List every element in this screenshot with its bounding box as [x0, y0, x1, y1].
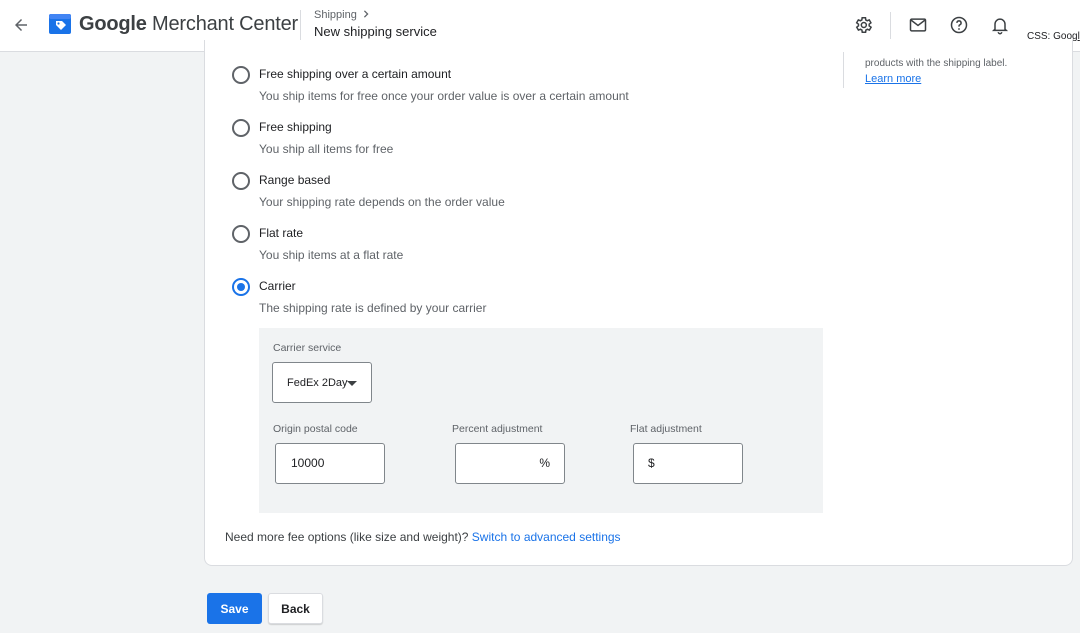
origin-postal-code-label: Origin postal code: [273, 423, 358, 435]
advanced-settings-note: Need more fee options (like size and wei…: [225, 530, 621, 544]
back-arrow-icon[interactable]: [10, 14, 32, 36]
header-divider: [300, 10, 301, 40]
radio-button[interactable]: [232, 225, 250, 243]
option-label[interactable]: Range based: [259, 172, 330, 188]
radio-button[interactable]: [232, 119, 250, 137]
breadcrumb-shipping[interactable]: Shipping: [314, 9, 357, 21]
side-help-text: products with the shipping label.: [865, 58, 1008, 69]
save-button[interactable]: Save: [207, 593, 262, 624]
header-icons-divider: [890, 12, 891, 39]
flat-adjustment-label: Flat adjustment: [630, 423, 702, 435]
brand-google: Google: [79, 13, 147, 35]
option-label[interactable]: Free shipping over a certain amount: [259, 66, 451, 82]
carrier-service-label: Carrier service: [273, 342, 342, 354]
side-help-note: products with the shipping label. Learn …: [843, 52, 1043, 88]
radio-button[interactable]: [232, 66, 250, 84]
option-label[interactable]: Free shipping: [259, 119, 332, 135]
option-description: You ship items at a flat rate: [259, 248, 404, 262]
carrier-service-value: FedEx 2Day: [287, 376, 348, 389]
help-icon[interactable]: [947, 13, 971, 37]
option-description: The shipping rate is defined by your car…: [259, 301, 487, 315]
radio-button-selected[interactable]: [232, 278, 250, 296]
flat-adjustment-field[interactable]: $: [633, 443, 743, 484]
dropdown-arrow-icon: [347, 381, 357, 386]
merchant-center-logo-icon[interactable]: [48, 12, 72, 36]
dollar-prefix: $: [648, 456, 655, 470]
option-label[interactable]: Flat rate: [259, 225, 303, 241]
bell-icon[interactable]: [988, 13, 1012, 37]
back-button[interactable]: Back: [268, 593, 323, 624]
brand-name[interactable]: Google Merchant Center: [79, 13, 298, 36]
percent-adjustment-field[interactable]: %: [455, 443, 565, 484]
advanced-settings-text: Need more fee options (like size and wei…: [225, 530, 472, 544]
gear-icon[interactable]: [851, 13, 875, 37]
origin-postal-code-field[interactable]: 10000: [275, 443, 385, 484]
option-description: Your shipping rate depends on the order …: [259, 195, 505, 209]
page-title: New shipping service: [314, 24, 437, 39]
option-label[interactable]: Carrier: [259, 278, 296, 294]
brand-product: Merchant Center: [146, 13, 298, 35]
option-description: You ship items for free once your order …: [259, 89, 629, 103]
percent-adjustment-label: Percent adjustment: [452, 423, 543, 435]
learn-more-link[interactable]: Learn more: [865, 72, 1043, 87]
mail-icon[interactable]: [906, 13, 930, 37]
option-description: You ship all items for free: [259, 142, 394, 156]
breadcrumb[interactable]: Shipping: [314, 9, 370, 21]
radio-button[interactable]: [232, 172, 250, 190]
carrier-service-dropdown[interactable]: FedEx 2Day: [272, 362, 372, 403]
percent-suffix: %: [539, 456, 550, 470]
advanced-settings-link[interactable]: Switch to advanced settings: [472, 530, 621, 544]
origin-postal-code-value: 10000: [291, 456, 325, 470]
chevron-right-icon: [363, 10, 369, 18]
carrier-settings-panel: Carrier service FedEx 2Day Origin postal…: [259, 328, 823, 513]
